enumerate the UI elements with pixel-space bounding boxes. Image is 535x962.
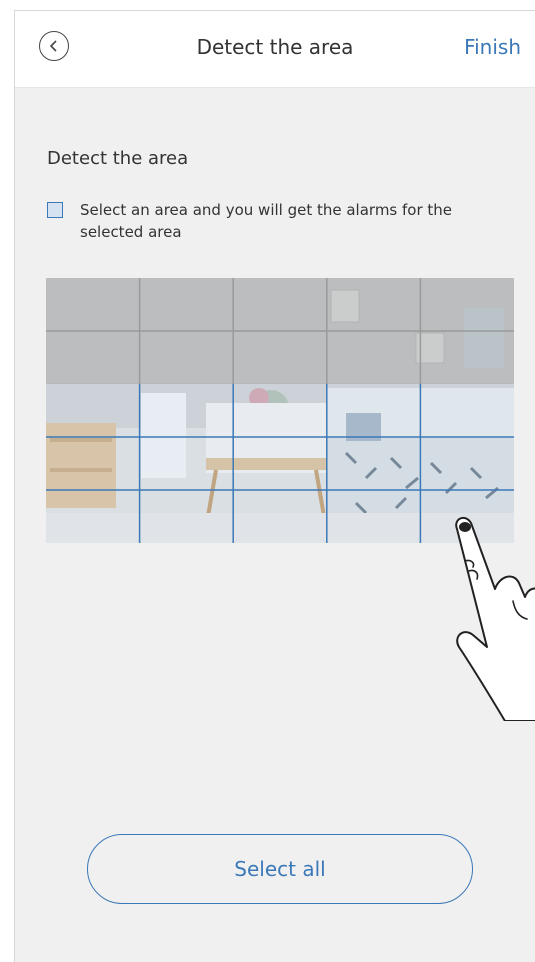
camera-preview — [46, 278, 514, 543]
select-all-button[interactable]: Select all — [87, 834, 473, 904]
screen: Detect the area Finish Detect the area S… — [14, 10, 535, 962]
section-title: Detect the area — [47, 148, 189, 169]
select-area-option[interactable]: Select an area and you will get the alar… — [47, 199, 517, 243]
header-bar: Detect the area Finish — [15, 11, 535, 88]
page-title: Detect the area — [196, 35, 354, 59]
select-area-checkbox[interactable] — [47, 202, 63, 218]
hand-pointer-icon — [455, 516, 535, 721]
finish-button[interactable]: Finish — [464, 35, 521, 59]
select-area-label: Select an area and you will get the alar… — [80, 201, 453, 241]
detection-area-grid[interactable] — [46, 278, 514, 543]
